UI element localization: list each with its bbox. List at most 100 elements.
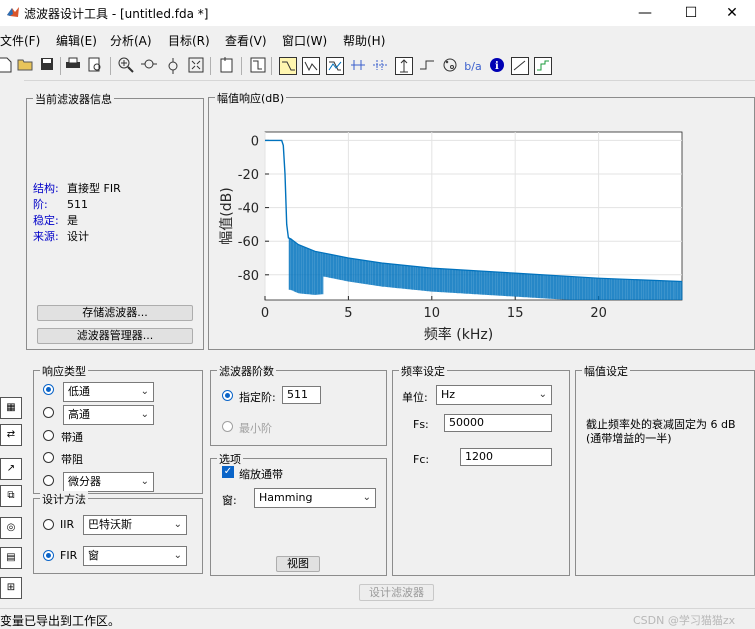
pole-zero-editor-icon[interactable]: ↗ [0, 458, 22, 480]
iir-radio[interactable] [43, 519, 54, 530]
y-axis-label: 幅值(dB) [219, 187, 235, 244]
group-delay-icon[interactable] [349, 57, 367, 75]
filter-order-panel: 滤波器阶数 指定阶: 511 最小阶 [210, 363, 387, 446]
menu-analysis[interactable]: 分析(A) [110, 32, 152, 49]
close-button[interactable]: ✕ [709, 0, 755, 26]
menu-view[interactable]: 查看(V) [225, 32, 267, 49]
maximize-button[interactable]: ☐ [668, 0, 714, 26]
options-panel: 选项 ✓ 缩放通带 窗: Hamming ⌄ 视图 [210, 451, 387, 576]
filter-info-panel: 当前滤波器信息 结构: 直接型 FIR 阶: 511 稳定: 是 来源: 设计 存储滤波… [26, 91, 204, 350]
filter-coefficients-icon[interactable]: b/a [464, 57, 482, 75]
left-sidebar: ▦ ⇄ ↗ ⧉ ◎ ▤ ⊞ [0, 80, 24, 610]
design-filter-button[interactable]: 设计滤波器 [359, 584, 434, 601]
specify-order-radio[interactable] [222, 390, 233, 401]
scale-passband-checkbox[interactable]: ✓ [222, 466, 234, 478]
fir-label: FIR [60, 549, 78, 562]
units-dropdown[interactable]: Hz ⌄ [436, 385, 552, 405]
svg-text:i: i [495, 61, 499, 72]
quantization-icon[interactable]: ⇄ [0, 424, 22, 446]
filter-manager-button[interactable]: 滤波器管理器... [37, 328, 193, 344]
order-input[interactable]: 511 [282, 386, 321, 404]
menu-window[interactable]: 窗口(W) [282, 32, 327, 49]
impulse-response-icon[interactable] [395, 57, 413, 75]
step-response-icon[interactable] [418, 57, 436, 75]
toolbar-separator [210, 57, 211, 75]
zoom-x-icon[interactable] [140, 57, 158, 75]
magnitude-specs-title: 幅值设定 [582, 363, 630, 379]
open-folder-icon[interactable] [16, 57, 34, 75]
stable-value: 是 [67, 214, 78, 227]
store-filter-button[interactable]: 存储滤波器... [37, 305, 193, 321]
minimize-button[interactable]: — [622, 0, 668, 26]
fir-radio[interactable] [43, 550, 54, 561]
zoom-in-icon[interactable] [117, 57, 135, 75]
highpass-radio[interactable] [43, 407, 54, 418]
magnitude-response-icon[interactable] [279, 57, 297, 75]
lowpass-dropdown[interactable]: 低通 ⌄ [63, 382, 154, 402]
view-button[interactable]: 视图 [276, 556, 320, 572]
transform-filter-icon[interactable]: ▦ [0, 397, 22, 419]
units-label: 单位: [402, 391, 428, 404]
fs-label: Fs: [413, 418, 429, 431]
magnitude-note: 截止频率处的衰减固定为 6 dB (通带增益的一半) [586, 418, 736, 445]
print-preview-icon[interactable] [86, 57, 104, 75]
lowpass-radio[interactable] [43, 384, 54, 395]
response-type-title: 响应类型 [40, 363, 88, 379]
bandstop-radio[interactable] [43, 452, 54, 463]
new-file-icon[interactable] [0, 57, 14, 75]
menu-help[interactable]: 帮助(H) [343, 32, 385, 49]
print-icon[interactable] [64, 57, 82, 75]
menu-file[interactable]: 文件(F) [0, 32, 40, 49]
x-tick-label: 0 [261, 306, 269, 321]
iir-method-dropdown[interactable]: 巴特沃斯 ⌄ [83, 515, 187, 535]
other-response-dropdown[interactable]: 微分器 ⌄ [63, 472, 154, 492]
other-response-radio[interactable] [43, 475, 54, 486]
options-title: 选项 [217, 451, 243, 467]
menu-targets[interactable]: 目标(R) [168, 32, 210, 49]
minimum-order-radio[interactable] [222, 421, 233, 432]
units-value: Hz [441, 388, 456, 401]
menu-bar: 文件(F) 编辑(E) 分析(A) 目标(R) 查看(V) 窗口(W) 帮助(H… [0, 28, 755, 50]
fc-input[interactable]: 1200 [460, 448, 552, 466]
scale-passband-label: 缩放通带 [239, 468, 283, 481]
new-figure-icon[interactable] [218, 57, 236, 75]
phase-delay-icon[interactable] [371, 57, 389, 75]
iir-method-value: 巴特沃斯 [88, 518, 132, 531]
sos-view-icon[interactable] [534, 57, 552, 75]
fc-label: Fc: [413, 453, 430, 466]
full-view-icon[interactable] [187, 57, 205, 75]
magnitude-phase-icon[interactable] [326, 57, 344, 75]
design-method-title: 设计方法 [40, 491, 88, 507]
cost-icon[interactable] [511, 57, 529, 75]
chevron-down-icon: ⌄ [173, 550, 182, 561]
bandpass-label: 带通 [61, 431, 83, 444]
save-icon[interactable] [38, 57, 56, 75]
pole-zero-icon[interactable] [441, 57, 459, 75]
source-label: 来源: [33, 230, 59, 243]
import-filter-icon[interactable]: ◎ [0, 517, 22, 539]
design-method-panel: 设计方法 IIR 巴特沃斯 ⌄ FIR 窗 ⌄ [33, 491, 203, 574]
window-dropdown[interactable]: Hamming ⌄ [254, 488, 376, 508]
order-label: 阶: [33, 198, 48, 211]
y-tick-label: -60 [238, 235, 259, 250]
chevron-down-icon: ⌄ [140, 476, 149, 487]
info-icon[interactable]: i [488, 57, 506, 75]
design-filter-icon[interactable]: ⧉ [0, 485, 22, 507]
highpass-dropdown[interactable]: 高通 ⌄ [63, 405, 154, 425]
fs-input[interactable]: 50000 [444, 414, 552, 432]
multirate-icon[interactable]: ▤ [0, 547, 22, 569]
chevron-down-icon: ⌄ [140, 386, 149, 397]
x-tick-label: 5 [344, 306, 352, 321]
bandpass-radio[interactable] [43, 430, 54, 441]
menu-edit[interactable]: 编辑(E) [56, 32, 97, 49]
filter-specs-icon[interactable] [249, 57, 267, 75]
phase-response-icon[interactable] [302, 57, 320, 75]
structure-label: 结构: [33, 182, 59, 195]
zoom-y-icon[interactable] [164, 57, 182, 75]
realize-model-icon[interactable]: ⊞ [0, 577, 22, 599]
specify-order-label: 指定阶: [239, 391, 276, 404]
fir-method-dropdown[interactable]: 窗 ⌄ [83, 546, 187, 566]
filter-info-rows: 结构: 直接型 FIR 阶: 511 稳定: 是 来源: 设计 [33, 181, 121, 245]
x-tick-label: 15 [507, 306, 524, 321]
iir-label: IIR [60, 518, 75, 531]
